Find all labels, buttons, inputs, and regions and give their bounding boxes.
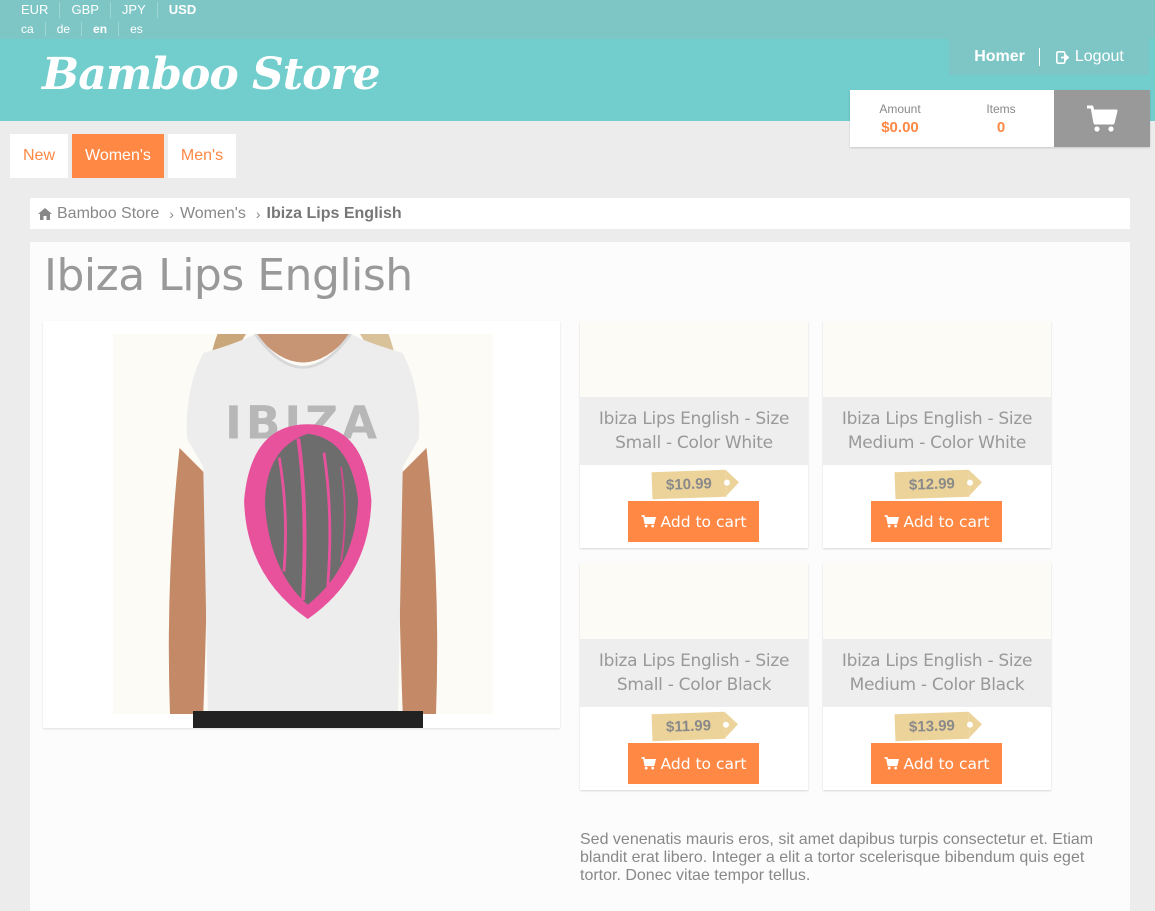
cart-amount-value: $0.00: [881, 119, 919, 136]
user-home-link[interactable]: Homer: [974, 48, 1040, 66]
add-to-cart-label: Add to cart: [903, 512, 990, 531]
price-tag: $12.99: [894, 469, 973, 500]
logout-link[interactable]: Logout: [1040, 48, 1124, 66]
add-to-cart-button[interactable]: Add to cart: [628, 501, 759, 542]
logout-label: Logout: [1074, 48, 1124, 65]
shopping-cart-icon: [641, 757, 656, 770]
price-tag-hole: [966, 721, 973, 728]
variant-card: Ibiza Lips English - Size Small - Color …: [580, 563, 808, 790]
variant-name[interactable]: Ibiza Lips English - Size Small - Color …: [580, 397, 808, 465]
tshirt-thumbnail-image: [823, 321, 1051, 397]
cart-amount-label: Amount: [879, 102, 921, 116]
add-to-cart-label: Add to cart: [660, 512, 747, 531]
tab-mens[interactable]: Men's: [167, 134, 237, 178]
tab-womens[interactable]: Women's: [72, 134, 164, 178]
top-bar: EUR GBP JPY USD ca de en es: [0, 0, 1155, 39]
shopping-cart-icon: [641, 515, 656, 528]
chevron-right-icon: ›: [169, 205, 174, 222]
breadcrumb-home-label: Bamboo Store: [57, 204, 160, 222]
product-main-image[interactable]: [43, 321, 560, 728]
price-tag: $13.99: [894, 711, 973, 742]
tab-new[interactable]: New: [10, 134, 69, 178]
language-ca[interactable]: ca: [10, 22, 45, 36]
currency-eur[interactable]: EUR: [10, 2, 59, 18]
tshirt-image: [43, 321, 560, 728]
cart-summary: Amount $0.00 Items 0: [850, 90, 1150, 147]
breadcrumb: Bamboo Store › Women's › Ibiza Lips Engl…: [30, 198, 1130, 229]
variant-thumbnail[interactable]: [823, 321, 1051, 397]
variant-price: $10.99: [665, 475, 713, 494]
currency-switcher: EUR GBP JPY USD: [10, 2, 207, 18]
shopping-cart-icon: [1087, 105, 1118, 132]
home-icon: [38, 207, 52, 220]
currency-gbp[interactable]: GBP: [59, 2, 109, 18]
add-to-cart-button[interactable]: Add to cart: [871, 743, 1002, 784]
variant-name[interactable]: Ibiza Lips English - Size Small - Color …: [580, 639, 808, 707]
language-switcher: ca de en es: [10, 22, 154, 36]
cart-amount: Amount $0.00: [850, 102, 950, 136]
price-tag-hole: [966, 479, 973, 486]
tshirt-thumbnail-image: [823, 563, 1051, 639]
user-bar: Homer Logout: [949, 39, 1149, 75]
breadcrumb-current: Ibiza Lips English: [266, 204, 402, 222]
variant-thumbnail[interactable]: [823, 563, 1051, 639]
add-to-cart-label: Add to cart: [903, 754, 990, 773]
cart-button[interactable]: [1054, 90, 1150, 147]
variant-thumbnail[interactable]: [580, 321, 808, 397]
product-panel: Ibiza Lips English Ibiza Lips English - …: [30, 242, 1130, 911]
cart-items-value: 0: [996, 119, 1006, 136]
logout-icon: [1055, 50, 1070, 64]
price-tag-hole: [722, 721, 730, 728]
cart-items: Items 0: [951, 102, 1051, 136]
product-description: Sed venenatis mauris eros, sit amet dapi…: [580, 831, 1094, 884]
shopping-cart-icon: [884, 757, 899, 770]
breadcrumb-category[interactable]: Women's: [180, 205, 246, 223]
store-logo[interactable]: Bamboo Store: [42, 49, 381, 100]
chevron-right-icon: ›: [255, 205, 261, 222]
add-to-cart-button[interactable]: Add to cart: [628, 743, 759, 784]
language-es[interactable]: es: [118, 22, 154, 36]
variant-price: $13.99: [908, 717, 956, 736]
price-tag-hole: [723, 479, 730, 486]
add-to-cart-label: Add to cart: [660, 754, 747, 773]
breadcrumb-home[interactable]: Bamboo Store: [38, 205, 159, 223]
tshirt-thumbnail-image: [580, 563, 808, 639]
variant-name[interactable]: Ibiza Lips English - Size Medium - Color…: [823, 397, 1051, 465]
variant-card: Ibiza Lips English - Size Small - Color …: [580, 321, 808, 548]
variant-name[interactable]: Ibiza Lips English - Size Medium - Color…: [823, 639, 1051, 707]
category-nav: New Women's Men's: [10, 134, 240, 178]
currency-jpy[interactable]: JPY: [109, 2, 157, 18]
variant-card: Ibiza Lips English - Size Medium - Color…: [823, 563, 1051, 790]
price-tag: $10.99: [651, 469, 730, 500]
variant-price: $11.99: [665, 717, 712, 736]
shopping-cart-icon: [884, 515, 899, 528]
page-title: Ibiza Lips English: [44, 250, 413, 301]
language-de[interactable]: de: [44, 22, 81, 36]
variant-card: Ibiza Lips English - Size Medium - Color…: [823, 321, 1051, 548]
language-en[interactable]: en: [81, 22, 118, 36]
add-to-cart-button[interactable]: Add to cart: [871, 501, 1002, 542]
variant-thumbnail[interactable]: [580, 563, 808, 639]
currency-usd[interactable]: USD: [156, 2, 207, 18]
tshirt-thumbnail-image: [580, 321, 808, 397]
cart-items-label: Items: [986, 102, 1016, 116]
price-tag: $11.99: [651, 711, 730, 742]
variant-price: $12.99: [908, 475, 956, 494]
